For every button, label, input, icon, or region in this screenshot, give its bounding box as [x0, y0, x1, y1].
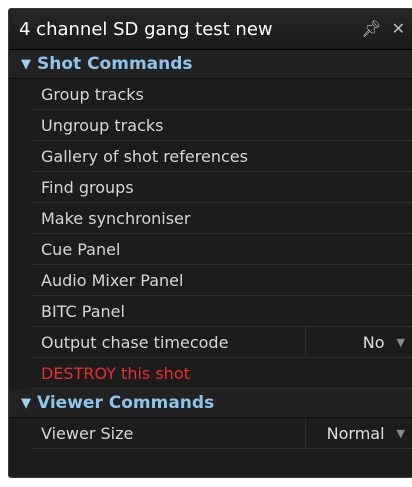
menu-item-bitc-panel[interactable]: BITC Panel: [31, 296, 412, 327]
dropdown-arrow-icon: ▼: [396, 335, 405, 349]
section-header-viewer-commands[interactable]: ▼ Viewer Commands: [9, 389, 412, 418]
menu-item-label: Output chase timecode: [41, 332, 229, 352]
panel-titlebar[interactable]: 4 channel SD gang test new 📌︎ ✕: [9, 9, 412, 50]
section-title: Viewer Commands: [37, 393, 215, 413]
menu-item-cue-panel[interactable]: Cue Panel: [31, 234, 412, 265]
viewer-size-dropdown[interactable]: Normal ▼: [305, 418, 412, 448]
menu-item-output-chase-timecode: Output chase timecode No ▼: [31, 327, 412, 358]
menu-item-label: Audio Mixer Panel: [41, 270, 184, 290]
dropdown-value: No: [362, 332, 385, 352]
menu-item-find-groups[interactable]: Find groups: [31, 172, 412, 203]
menu-item-audio-mixer-panel[interactable]: Audio Mixer Panel: [31, 265, 412, 296]
menu-item-label: Group tracks: [41, 84, 144, 104]
menu-item-viewer-size: Viewer Size Normal ▼: [31, 418, 412, 449]
menu-item-label: Cue Panel: [41, 239, 121, 259]
command-panel: 4 channel SD gang test new 📌︎ ✕ ▼ Shot C…: [8, 8, 412, 478]
menu-item-label: Make synchroniser: [41, 208, 191, 228]
titlebar-controls: 📌︎ ✕: [361, 21, 405, 37]
close-icon[interactable]: ✕: [392, 21, 405, 37]
menu-item-label: BITC Panel: [41, 301, 125, 321]
section-title: Shot Commands: [37, 54, 193, 74]
menu-item-label: Find groups: [41, 177, 134, 197]
menu-item-label: Ungroup tracks: [41, 115, 164, 135]
menu-item-destroy-shot[interactable]: DESTROY this shot: [31, 358, 412, 389]
dropdown-value: Normal: [326, 423, 385, 443]
menu-item-label: DESTROY this shot: [41, 363, 190, 383]
pin-icon[interactable]: 📌︎: [361, 21, 381, 37]
menu-item-group-tracks[interactable]: Group tracks: [31, 79, 412, 110]
menu-item-label: Gallery of shot references: [41, 146, 248, 166]
section-header-shot-commands[interactable]: ▼ Shot Commands: [9, 50, 412, 79]
menu-item-label: Viewer Size: [41, 423, 134, 443]
output-chase-timecode-dropdown[interactable]: No ▼: [305, 327, 412, 357]
menu-item-gallery-of-shot-references[interactable]: Gallery of shot references: [31, 141, 412, 172]
menu-item-make-synchroniser[interactable]: Make synchroniser: [31, 203, 412, 234]
dropdown-arrow-icon: ▼: [396, 426, 405, 440]
menu-item-ungroup-tracks[interactable]: Ungroup tracks: [31, 110, 412, 141]
panel-title: 4 channel SD gang test new: [19, 18, 273, 40]
collapse-triangle-icon: ▼: [21, 395, 31, 411]
collapse-triangle-icon: ▼: [21, 56, 31, 72]
